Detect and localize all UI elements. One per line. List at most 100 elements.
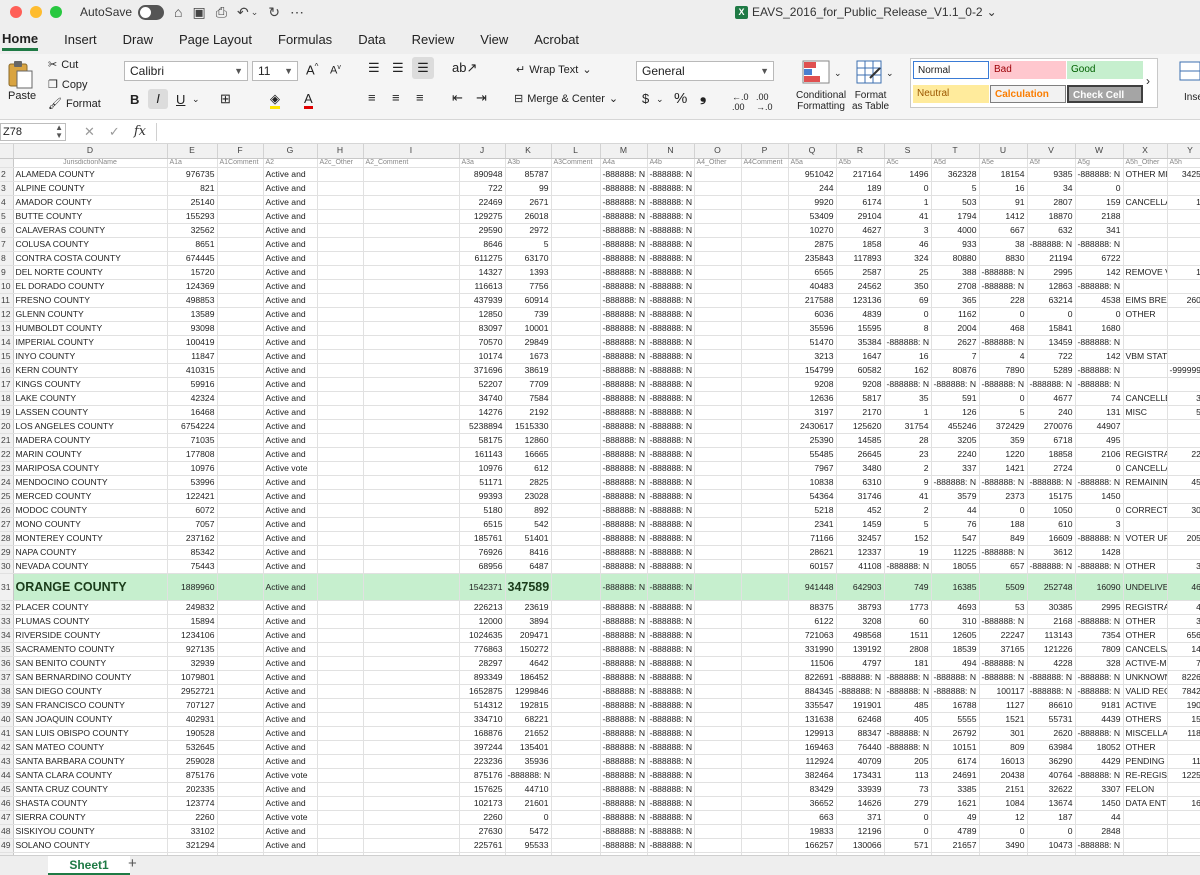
cell[interactable] xyxy=(694,293,742,308)
cell[interactable] xyxy=(217,796,264,811)
column-header[interactable]: P xyxy=(741,144,789,159)
cell[interactable]: 0 xyxy=(1167,433,1200,448)
cell[interactable]: -888888: N xyxy=(979,265,1028,280)
header-cell[interactable]: A2_Comment xyxy=(363,158,460,168)
cell[interactable]: -888888: N xyxy=(600,810,648,825)
cell[interactable]: 514312 xyxy=(459,698,506,713)
cell[interactable]: 1421 xyxy=(979,461,1028,476)
cell[interactable]: 342515 xyxy=(1167,167,1200,182)
align-right-icon[interactable]: ≡ xyxy=(416,90,424,105)
cell[interactable]: REMAINING xyxy=(1123,475,1168,490)
cell[interactable]: 252748 xyxy=(1027,573,1076,601)
cell[interactable]: 21657 xyxy=(931,838,980,853)
cell[interactable]: -888888: N xyxy=(647,293,695,308)
cell[interactable]: 12337 xyxy=(836,545,885,560)
cell[interactable]: 126 xyxy=(931,405,980,420)
cell[interactable]: -888888: N xyxy=(647,600,695,615)
cell[interactable]: 3 xyxy=(1075,517,1124,532)
insert-label[interactable]: Inse xyxy=(1184,92,1200,103)
cell[interactable]: 542 xyxy=(505,517,552,532)
cell[interactable] xyxy=(551,321,601,336)
cell[interactable]: 1698 xyxy=(1167,796,1200,811)
cell[interactable] xyxy=(741,363,789,378)
cell[interactable]: 217588 xyxy=(788,293,837,308)
cell[interactable]: -999999: D xyxy=(1167,363,1200,378)
cell[interactable]: Active and xyxy=(263,600,318,615)
cell[interactable] xyxy=(694,740,742,755)
cell[interactable] xyxy=(694,517,742,532)
cell[interactable]: -888888: N xyxy=(600,237,648,252)
cell[interactable]: 405 xyxy=(884,712,932,727)
cell[interactable] xyxy=(317,838,364,853)
cell[interactable]: Active vote xyxy=(263,810,318,825)
column-header[interactable]: Q xyxy=(788,144,837,159)
cell[interactable]: 185761 xyxy=(459,531,506,546)
cell[interactable]: 113 xyxy=(884,768,932,783)
cell[interactable] xyxy=(317,223,364,238)
cell[interactable]: 63214 xyxy=(1027,293,1076,308)
cell[interactable]: 321294 xyxy=(167,838,218,853)
cell[interactable]: 189 xyxy=(836,181,885,196)
select-all-corner[interactable] xyxy=(0,144,14,159)
cell[interactable]: 10270 xyxy=(788,223,837,238)
cell[interactable]: CORRECTIO xyxy=(1123,503,1168,518)
cell[interactable]: 365 xyxy=(931,293,980,308)
document-title[interactable]: X EAVS_2016_for_Public_Release_V1.1_0-2 … xyxy=(735,5,997,19)
cell[interactable]: -888888: N xyxy=(600,251,648,266)
cell[interactable]: 76440 xyxy=(836,740,885,755)
cell[interactable] xyxy=(363,573,460,601)
cell[interactable] xyxy=(217,712,264,727)
cell[interactable] xyxy=(741,573,789,601)
header-cell[interactable]: A3Comment xyxy=(551,158,601,168)
cell[interactable] xyxy=(363,810,460,825)
cell[interactable] xyxy=(694,461,742,476)
cell[interactable] xyxy=(694,656,742,671)
cell[interactable] xyxy=(363,419,460,434)
cell[interactable]: -888888: N xyxy=(600,195,648,210)
cell[interactable] xyxy=(741,614,789,629)
add-sheet-button[interactable]: + xyxy=(128,855,137,872)
cell[interactable] xyxy=(551,447,601,462)
cell[interactable] xyxy=(317,433,364,448)
cell[interactable] xyxy=(551,265,601,280)
cell[interactable]: 51171 xyxy=(459,475,506,490)
cell[interactable] xyxy=(741,698,789,713)
cell[interactable]: 331990 xyxy=(788,642,837,657)
percent-button[interactable]: % xyxy=(674,90,687,107)
cell[interactable]: 7809 xyxy=(1075,642,1124,657)
autosave-toggle[interactable] xyxy=(138,4,165,20)
cell[interactable] xyxy=(317,307,364,322)
cell[interactable] xyxy=(217,419,264,434)
cell[interactable]: 13674 xyxy=(1027,796,1076,811)
cell[interactable]: -888888: N xyxy=(836,684,885,699)
cell[interactable] xyxy=(741,293,789,308)
cell[interactable] xyxy=(694,782,742,797)
cell[interactable] xyxy=(741,335,789,350)
cell[interactable]: SHASTA COUNTY xyxy=(13,796,168,811)
cell[interactable]: 30385 xyxy=(1027,600,1076,615)
cell[interactable] xyxy=(741,517,789,532)
cell[interactable]: 51401 xyxy=(505,531,552,546)
cell[interactable]: 4538 xyxy=(1075,293,1124,308)
cell[interactable]: -888888: N xyxy=(1027,475,1076,490)
cell[interactable]: -888888: N xyxy=(647,391,695,406)
cell[interactable]: 11853 xyxy=(1167,726,1200,741)
cell[interactable]: -888888: N xyxy=(600,545,648,560)
cell[interactable]: 1220 xyxy=(979,447,1028,462)
cell[interactable] xyxy=(741,279,789,294)
cell[interactable]: 2807 xyxy=(1027,195,1076,210)
cell[interactable]: 503 xyxy=(931,195,980,210)
row-header[interactable]: 44 xyxy=(0,768,14,783)
cell[interactable]: -888888: N xyxy=(647,726,695,741)
cell[interactable]: -888888: N xyxy=(600,628,648,643)
cell[interactable] xyxy=(1123,377,1168,392)
cell[interactable]: -888888: N xyxy=(505,768,552,783)
cell[interactable] xyxy=(317,377,364,392)
cell[interactable]: FRESNO COUNTY xyxy=(13,293,168,308)
tab-insert[interactable]: Insert xyxy=(64,28,97,51)
cell[interactable]: 63984 xyxy=(1027,740,1076,755)
cell[interactable]: -888888: N xyxy=(600,307,648,322)
cell[interactable]: 480 xyxy=(1167,600,1200,615)
row-header[interactable]: 29 xyxy=(0,545,14,560)
grow-font-button[interactable]: A^ xyxy=(306,62,318,77)
